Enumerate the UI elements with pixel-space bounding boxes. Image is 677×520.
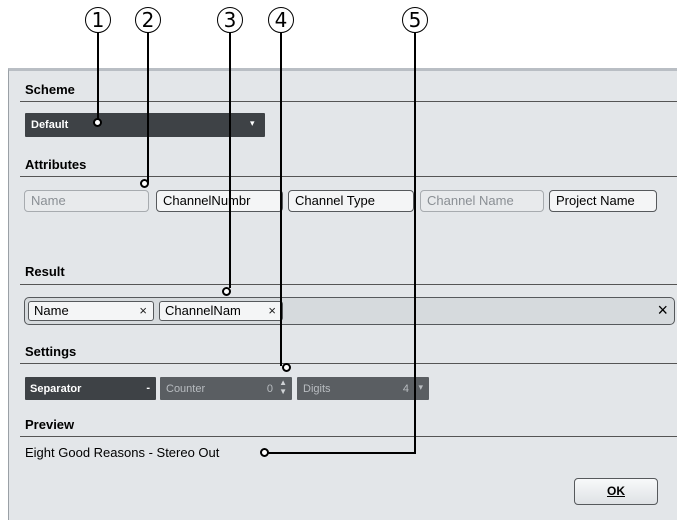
separator-label: Separator <box>30 383 82 395</box>
leader-line-3 <box>229 33 231 288</box>
leader-line-5-horizontal <box>268 452 416 454</box>
separator-field[interactable]: Separator - <box>25 377 156 400</box>
attributes-heading: Attributes <box>25 157 87 172</box>
preview-divider <box>20 436 677 437</box>
clear-result-icon[interactable]: × <box>657 300 668 321</box>
stepper-icon[interactable]: ▲ ▼ <box>279 378 287 396</box>
preview-text: Eight Good Reasons - Stereo Out <box>25 445 220 460</box>
digits-field[interactable]: Digits 4 ▾ <box>297 377 429 400</box>
attribute-projectname-button[interactable]: Project Name <box>549 190 657 212</box>
chevron-down-icon: ▾ <box>418 382 423 392</box>
leader-dot-3 <box>222 287 231 296</box>
callout-1: 1 <box>85 7 111 33</box>
leader-dot-4 <box>282 363 291 372</box>
attribute-channelnumber-button[interactable]: ChannelNumbr <box>156 190 283 212</box>
attribute-channeltype-button[interactable]: Channel Type <box>288 190 414 212</box>
result-heading: Result <box>25 264 65 279</box>
leader-dot-2 <box>140 179 149 188</box>
preview-heading: Preview <box>25 417 75 432</box>
callout-3: 3 <box>217 7 243 33</box>
attribute-name-button[interactable]: Name <box>24 190 149 212</box>
attribute-channelname-button[interactable]: Channel Name <box>420 190 544 212</box>
settings-heading: Settings <box>25 344 77 359</box>
digits-label: Digits <box>303 383 331 395</box>
callout-4: 4 <box>268 7 294 33</box>
leader-dot-5 <box>260 448 269 457</box>
scheme-heading: Scheme <box>25 82 75 97</box>
result-token-name[interactable]: Name × <box>28 301 154 321</box>
counter-label: Counter <box>166 383 206 395</box>
scheme-divider <box>20 101 677 102</box>
settings-divider <box>20 363 677 364</box>
result-token-channelname[interactable]: ChannelNam × <box>159 301 283 321</box>
counter-field[interactable]: Counter 0 ▲ ▼ <box>160 377 292 400</box>
token-label: ChannelNam <box>165 303 241 318</box>
leader-line-4 <box>280 33 282 366</box>
counter-value: 0 <box>266 383 273 395</box>
leader-line-1 <box>97 33 99 120</box>
ok-button[interactable]: OK <box>574 478 658 505</box>
result-divider <box>20 284 677 285</box>
callout-2: 2 <box>135 7 161 33</box>
leader-line-5 <box>414 33 416 453</box>
scheme-value: Default <box>31 119 69 131</box>
result-field[interactable]: Name × ChannelNam × × <box>24 297 675 325</box>
close-icon[interactable]: × <box>139 303 147 318</box>
leader-line-2 <box>147 33 149 183</box>
close-icon[interactable]: × <box>268 303 276 318</box>
attributes-divider <box>20 176 677 177</box>
chevron-down-icon: ▾ <box>250 118 255 128</box>
digits-value: 4 <box>402 383 409 395</box>
separator-value: - <box>146 382 150 394</box>
leader-dot-1 <box>93 118 102 127</box>
token-label: Name <box>34 303 69 318</box>
callout-5: 5 <box>402 7 428 33</box>
